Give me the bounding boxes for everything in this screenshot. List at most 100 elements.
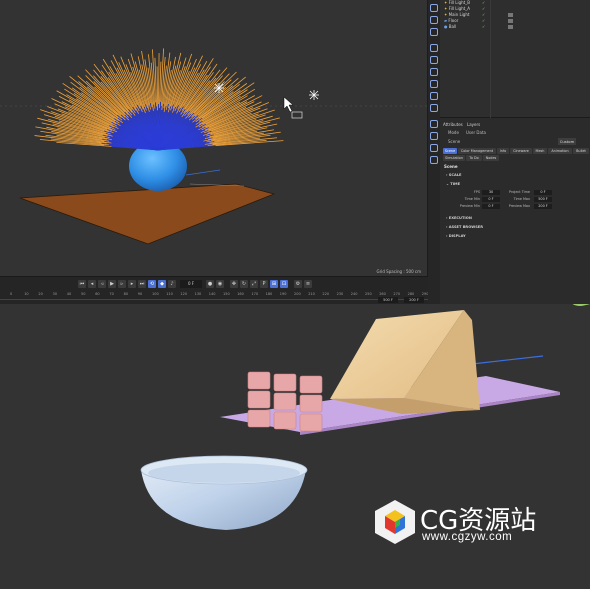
key-position-icon[interactable]: ✥ — [230, 280, 238, 288]
ruler-tick-label: 150 — [223, 292, 230, 296]
prev-frame-icon[interactable]: ◃ — [98, 280, 106, 288]
fps-field[interactable]: 30 — [482, 190, 500, 195]
ruler-tick-label: 220 — [322, 292, 330, 296]
go-end-icon[interactable]: ⏭ — [138, 280, 146, 288]
tab-layers[interactable]: Layers — [467, 122, 480, 127]
key-all-icon[interactable]: ⊡ — [280, 280, 288, 288]
range-end-field[interactable]: 200 F — [404, 297, 424, 303]
tab-mesh[interactable]: Mesh — [533, 148, 547, 154]
current-frame-field[interactable]: 0 F — [180, 280, 202, 288]
scene-tool-icon[interactable] — [430, 92, 438, 100]
field-tool-icon[interactable] — [430, 68, 438, 76]
stacked-cubes — [247, 371, 323, 432]
tag-icon[interactable] — [508, 19, 513, 23]
group-scale[interactable]: › SCALE — [446, 173, 462, 177]
tag-icon[interactable] — [508, 13, 513, 17]
cube — [247, 409, 271, 428]
object-row-ball[interactable]: ● Ball — [444, 24, 456, 30]
camera-tool-icon[interactable] — [430, 104, 438, 112]
tab-attributes[interactable]: Attributes — [443, 122, 463, 127]
custom-button[interactable]: Custom — [558, 138, 576, 145]
ruler-tick-label: 0 — [10, 292, 13, 296]
go-start-icon[interactable]: ⏮ — [78, 280, 86, 288]
cube — [299, 413, 323, 432]
ruler-tick-label: 260 — [379, 292, 386, 296]
light-tool-icon[interactable] — [430, 120, 438, 128]
generator-tool-icon[interactable] — [430, 44, 438, 52]
preview-max-label: Preview Max — [508, 204, 530, 208]
ruler-tick-label: 160 — [237, 292, 244, 296]
cube — [247, 390, 271, 409]
prev-key-icon[interactable]: ◂ — [88, 280, 96, 288]
scene-label: Scene — [448, 139, 461, 144]
tab-color-management[interactable]: Color Management — [458, 148, 496, 154]
mode-value[interactable]: User Data — [466, 130, 486, 135]
mode-label[interactable]: Mode — [448, 130, 459, 135]
time-min-field[interactable]: 0 F — [482, 197, 500, 202]
text-tool-icon[interactable] — [430, 28, 438, 36]
ruler-tick-label: 250 — [365, 292, 372, 296]
group-time[interactable]: ⌄ TIME — [446, 182, 460, 186]
ruler-tick-label: 170 — [251, 292, 259, 296]
render-tool-icon[interactable] — [430, 132, 438, 140]
motion-system-icon[interactable]: ⚙ — [294, 280, 302, 288]
project-time-label: Project Time — [509, 190, 530, 194]
tag-tool-icon[interactable] — [430, 156, 438, 164]
time-max-label: Time Max — [513, 197, 530, 201]
sound-icon[interactable]: ♪ — [168, 280, 176, 288]
tab-scene[interactable]: Scene — [443, 148, 457, 154]
group-asset-browser[interactable]: › ASSET BROWSER — [446, 225, 483, 229]
timeline[interactable]: ⏮ ◂ ◃ ▶ ▹ ▸ ⏭ ⟲ ◆ ♪ 0 F ● ◉ ✥ ↻ ⤢ P ⊞ ⊡ … — [0, 276, 428, 304]
key-pla-icon[interactable]: ⊞ — [270, 280, 278, 288]
tab-animation[interactable]: Animation — [548, 148, 572, 154]
mouse-cursor-icon — [283, 96, 294, 113]
tag-icon[interactable] — [508, 25, 513, 29]
autokey-icon[interactable]: ◉ — [216, 280, 224, 288]
keyframe-mode-icon[interactable]: ◆ — [158, 280, 166, 288]
ruler-tick-label: 230 — [336, 292, 344, 296]
preview-min-field[interactable]: 0 F — [482, 204, 500, 209]
ruler-line — [0, 299, 428, 300]
time-max-field[interactable]: 500 F — [534, 197, 552, 202]
tab-cineware[interactable]: Cineware — [510, 148, 532, 154]
deformer-tool-icon[interactable] — [430, 80, 438, 88]
tab-info[interactable]: Info — [497, 148, 509, 154]
attributes-panel: Attributes Layers Mode User Data Scene C… — [440, 118, 590, 304]
preview-max-field[interactable]: 200 F — [534, 204, 552, 209]
select-tool-icon[interactable] — [430, 4, 438, 12]
tab-bullet[interactable]: Bullet — [573, 148, 589, 154]
group-execution[interactable]: › EXECUTION — [446, 216, 472, 220]
ruler-tick-label: 60 — [95, 292, 100, 296]
cube — [247, 371, 271, 390]
floor-plane — [19, 183, 276, 245]
next-frame-icon[interactable]: ▹ — [118, 280, 126, 288]
tab-nodes[interactable]: Nodes — [483, 155, 499, 161]
material-tool-icon[interactable] — [430, 144, 438, 152]
next-key-icon[interactable]: ▸ — [128, 280, 136, 288]
key-rotation-icon[interactable]: ↻ — [240, 280, 248, 288]
group-display[interactable]: › DISPLAY — [446, 234, 466, 238]
tab-to-do[interactable]: To Do — [466, 155, 482, 161]
cube — [273, 411, 297, 430]
time-min-label: Time Min — [464, 197, 480, 201]
viewport-scene — [0, 48, 427, 245]
hair-strands — [34, 48, 284, 151]
loop-icon[interactable]: ⟲ — [148, 280, 156, 288]
timeline-icon[interactable]: ≡ — [304, 280, 312, 288]
ruler-tick-label: 210 — [308, 292, 315, 296]
ruler-tick-label: 190 — [279, 292, 287, 296]
play-icon[interactable]: ▶ — [108, 280, 116, 288]
key-scale-icon[interactable]: ⤢ — [250, 280, 258, 288]
visibility-check-icon[interactable]: ✓ — [482, 24, 485, 30]
render-preview: CG资源站 www.cgzyw.com — [0, 304, 590, 589]
grid-spacing-label: Grid Spacing : 500 cm — [376, 269, 421, 274]
viewport[interactable]: Grid Spacing : 500 cm — [0, 0, 428, 276]
range-start-field[interactable]: 500 F — [378, 297, 398, 303]
key-param-icon[interactable]: P — [260, 280, 268, 288]
cloner-tool-icon[interactable] — [430, 56, 438, 64]
project-time-field[interactable]: 0 F — [534, 190, 552, 195]
record-icon[interactable]: ● — [206, 280, 214, 288]
tab-simulation[interactable]: Simulation — [443, 155, 465, 161]
sphere-tool-icon[interactable] — [430, 16, 438, 24]
ruler-tick-label: 280 — [407, 292, 415, 296]
